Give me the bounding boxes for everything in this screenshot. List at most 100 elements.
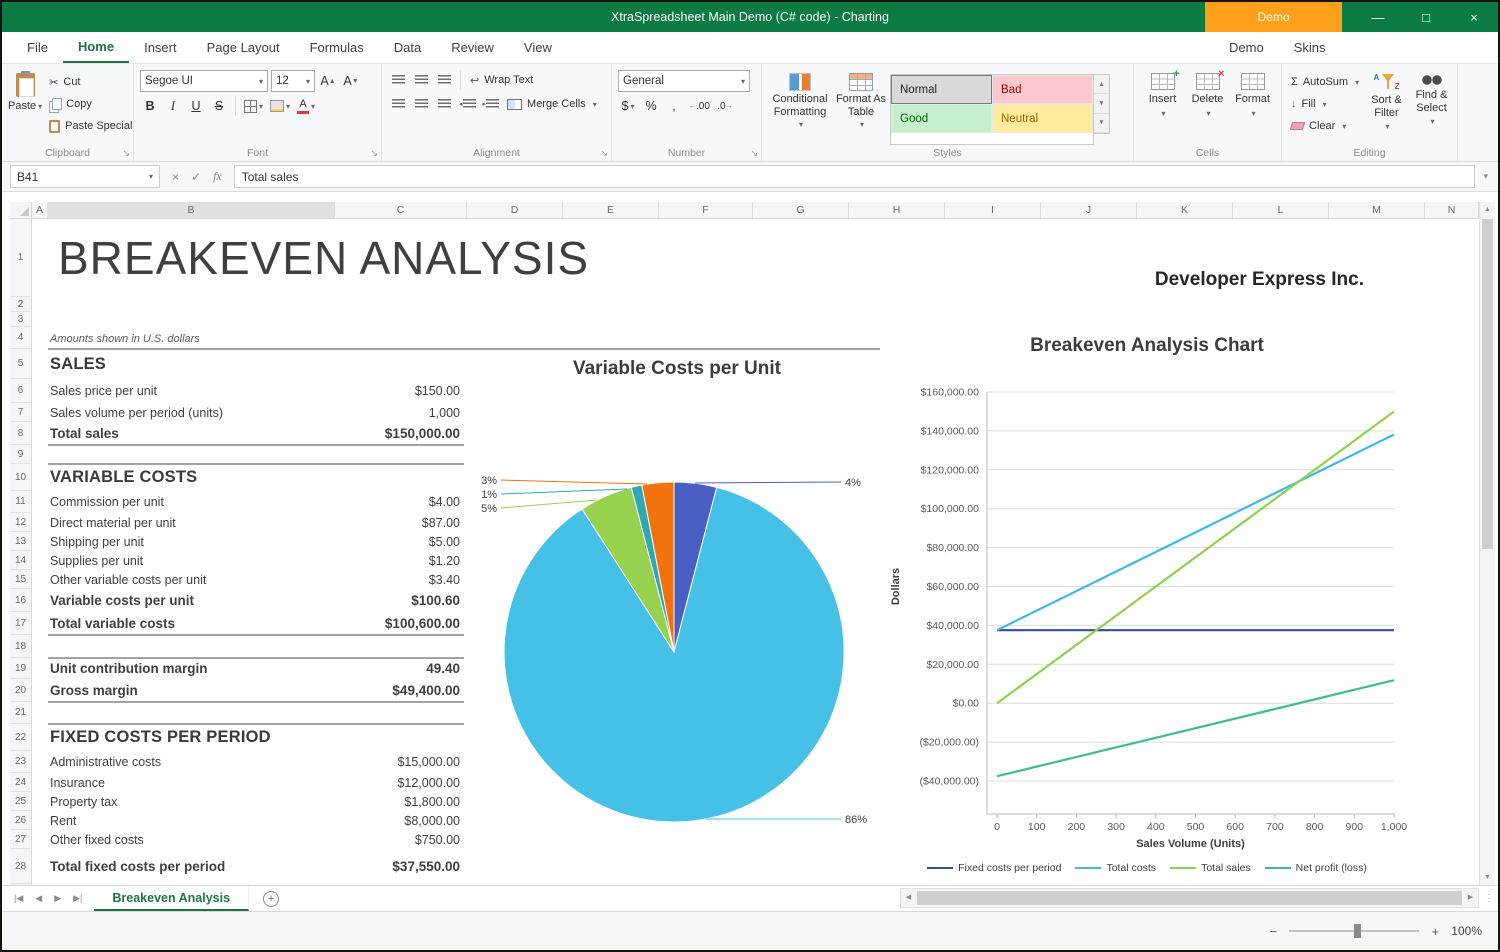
copy-button[interactable]: Copy [46,94,135,114]
bold-button[interactable]: B [140,96,160,116]
align-bottom-button[interactable] [434,70,454,90]
row-header-8[interactable]: 8 [10,422,31,445]
formula-input[interactable]: Total sales [234,165,1476,188]
close-button[interactable]: × [1450,2,1498,32]
zoom-slider-thumb[interactable] [1354,924,1361,938]
insert-function-icon[interactable]: fx [213,169,222,184]
accounting-format-button[interactable]: $▾ [618,96,638,116]
column-header-D[interactable]: D [467,202,563,218]
horizontal-scrollbar[interactable]: ◀ ▶ [900,888,1479,908]
grow-font-button[interactable]: A▲ [318,71,338,91]
row-header-14[interactable]: 14 [10,551,31,570]
row-header-15[interactable]: 15 [10,570,31,589]
format-cells-button[interactable]: Format▾ [1230,68,1275,145]
fill-button[interactable]: ↓Fill▾ [1288,94,1362,114]
sort-filter-button[interactable]: AZ Sort & Filter▾ [1366,68,1407,145]
number-format-combo[interactable]: General▾ [618,70,750,92]
row-header-25[interactable]: 25 [10,792,31,811]
gallery-down-icon[interactable]: ▼ [1094,94,1109,113]
font-color-button[interactable]: A▾ [295,96,317,116]
autosum-button[interactable]: ΣAutoSum▾ [1288,72,1362,92]
comma-style-button[interactable]: , [664,96,684,116]
scroll-right-icon[interactable]: ▶ [1463,889,1478,907]
decrease-decimal-button[interactable]: .0→ [715,96,735,116]
tab-page-layout[interactable]: Page Layout [192,32,295,63]
row-header-10[interactable]: 10 [10,464,31,491]
tab-skins[interactable]: Skins [1279,32,1341,63]
row-header-12[interactable]: 12 [10,513,31,532]
row-header-17[interactable]: 17 [10,612,31,635]
underline-button[interactable]: U [186,96,206,116]
name-box[interactable]: B41▾ [10,165,160,188]
enter-icon[interactable]: ✓ [191,170,201,184]
tab-view[interactable]: View [509,32,567,63]
wrap-text-button[interactable]: ↩Wrap Text [467,70,536,90]
column-header-G[interactable]: G [753,202,849,218]
align-left-button[interactable] [388,94,408,114]
zoom-out-button[interactable]: − [1266,924,1280,939]
paste-special-button[interactable]: Paste Special [46,116,135,136]
style-gallery-item-bad[interactable]: Bad [992,75,1093,104]
conditional-formatting-button[interactable]: Conditional Formatting▾ [768,68,832,145]
row-header-20[interactable]: 20 [10,679,31,702]
align-middle-button[interactable] [411,70,431,90]
vertical-scrollbar-thumb[interactable] [1482,219,1493,549]
column-header-C[interactable]: C [335,202,467,218]
tab-home[interactable]: Home [63,32,129,63]
font-name-combo[interactable]: Segoe UI▾ [140,70,268,92]
italic-button[interactable]: I [163,96,183,116]
tab-splitter-icon[interactable]: ⋮ [1484,893,1498,904]
gallery-more-icon[interactable]: ▼ [1094,114,1109,133]
row-header-26[interactable]: 26 [10,811,31,830]
row-header-2[interactable]: 2 [10,297,31,312]
row-header-24[interactable]: 24 [10,773,31,792]
tab-data[interactable]: Data [379,32,436,63]
merge-cells-button[interactable]: Merge Cells▾ [504,94,600,114]
column-header-N[interactable]: N [1425,202,1479,218]
row-header-23[interactable]: 23 [10,751,31,773]
percent-style-button[interactable]: % [641,96,661,116]
row-header-18[interactable]: 18 [10,635,31,658]
column-header-I[interactable]: I [945,202,1041,218]
find-select-button[interactable]: Find & Select▾ [1411,68,1452,145]
column-header-E[interactable]: E [563,202,659,218]
borders-button[interactable]: ▾ [242,96,265,116]
font-size-combo[interactable]: 12▾ [271,70,315,92]
style-gallery-item-good[interactable]: Good [891,104,992,133]
tab-file[interactable]: File [12,32,63,63]
style-gallery-item-normal[interactable]: Normal [891,75,992,104]
tab-demo[interactable]: Demo [1214,32,1279,63]
first-sheet-icon[interactable]: |◀ [10,893,27,904]
cut-button[interactable]: ✂Cut [46,72,135,92]
add-sheet-button[interactable]: + [263,891,279,907]
formula-bar-expand-icon[interactable]: ▾ [1481,171,1490,182]
strikethrough-button[interactable]: S [209,96,229,116]
delete-cells-button[interactable]: × Delete▾ [1185,68,1230,145]
prev-sheet-icon[interactable]: ◀ [31,893,46,904]
shrink-font-button[interactable]: A▼ [341,71,361,91]
column-header-J[interactable]: J [1041,202,1137,218]
row-header-6[interactable]: 6 [10,379,31,403]
fill-color-button[interactable]: ▾ [268,96,292,116]
dialog-launcher-icon[interactable]: ↘ [122,148,130,159]
demo-badge-button[interactable]: Demo [1205,2,1342,32]
tab-formulas[interactable]: Formulas [295,32,379,63]
row-header-27[interactable]: 27 [10,830,31,849]
vertical-scrollbar[interactable]: ▲ ▼ [1479,202,1495,885]
column-header-F[interactable]: F [659,202,753,218]
column-header-K[interactable]: K [1137,202,1233,218]
row-header-22[interactable]: 22 [10,724,31,751]
zoom-slider[interactable] [1289,930,1419,932]
row-header-7[interactable]: 7 [10,403,31,422]
tab-insert[interactable]: Insert [129,32,192,63]
clear-button[interactable]: Clear▾ [1288,116,1362,136]
maximize-button[interactable]: □ [1402,2,1450,32]
dialog-launcher-icon[interactable]: ↘ [750,148,758,159]
increase-decimal-button[interactable]: ←.00 [687,96,712,116]
dialog-launcher-icon[interactable]: ↘ [600,148,608,159]
row-header-28[interactable]: 28 [10,849,31,884]
align-center-button[interactable] [411,94,431,114]
row-header-16[interactable]: 16 [10,589,31,612]
row-header-21[interactable]: 21 [10,702,31,724]
paste-button[interactable]: Paste▾ [8,68,42,142]
